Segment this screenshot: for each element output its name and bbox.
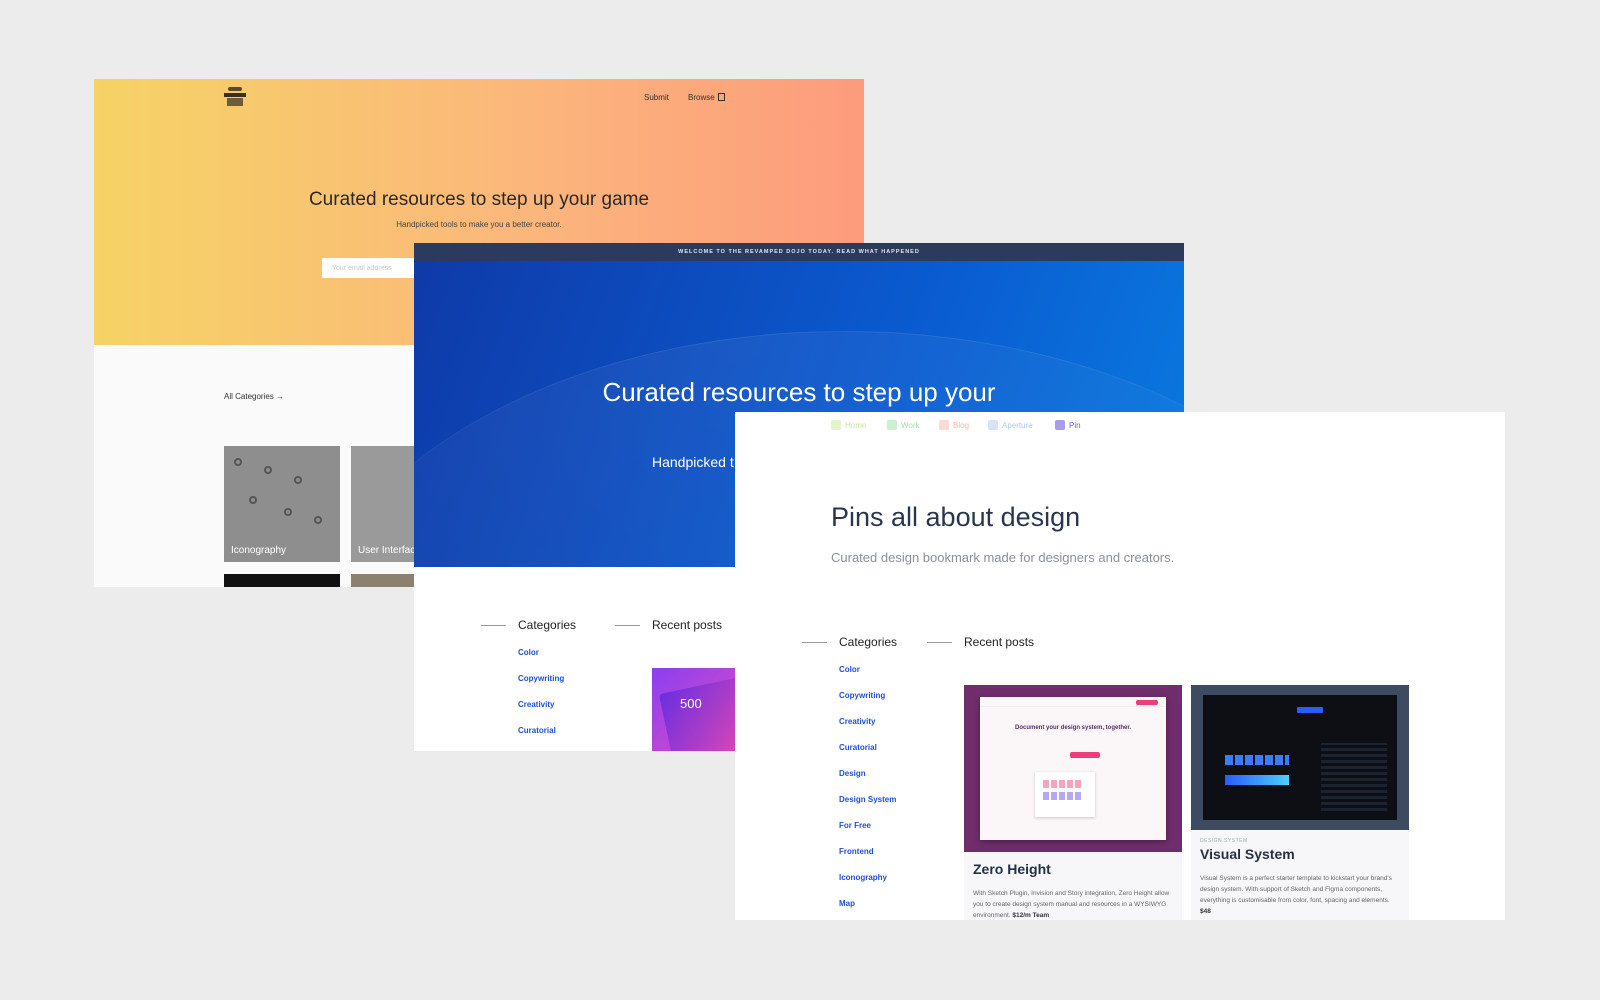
icon-pattern <box>264 466 272 474</box>
icon-pattern <box>234 458 242 466</box>
hero-subtitle: Handpicked t <box>652 454 734 470</box>
icon-pattern <box>249 496 257 504</box>
post-price: $12/m Team <box>1012 912 1050 919</box>
nav-label: Pin <box>1069 421 1081 430</box>
post-price: $48 <box>1200 908 1211 915</box>
category-link-curatorial[interactable]: Curatorial <box>518 726 556 735</box>
category-link-design[interactable]: Design <box>839 769 866 778</box>
tile-label: Iconography <box>231 545 287 556</box>
category-link-creativity[interactable]: Creativity <box>839 717 875 726</box>
category-link-map[interactable]: Map <box>839 899 855 908</box>
browse-link[interactable]: Browse <box>688 93 725 102</box>
divider <box>481 625 506 627</box>
icon-pattern <box>294 476 302 484</box>
recent-post-thumbnail[interactable]: 500 <box>652 668 736 751</box>
all-categories-link[interactable]: All Categories → <box>224 392 284 401</box>
category-link-iconography[interactable]: Iconography <box>839 873 887 882</box>
preview-illustration <box>1035 772 1095 817</box>
swatches <box>1225 755 1289 765</box>
category-tile[interactable] <box>224 574 340 587</box>
preview-button <box>1070 752 1100 758</box>
work-icon <box>887 420 897 430</box>
recent-posts-heading: Recent posts <box>927 635 1034 649</box>
post-thumbnail: Document your design system, together. <box>964 685 1182 852</box>
categories-heading-label: Categories <box>518 618 577 632</box>
icon-pattern <box>284 508 292 516</box>
pin-icon <box>1055 420 1065 430</box>
hero-title: Curated resources to step up your game <box>308 189 650 210</box>
category-tile-iconography[interactable]: Iconography <box>224 446 340 562</box>
icon-pattern <box>314 516 322 524</box>
divider <box>927 642 952 644</box>
categories-heading-label: Categories <box>839 635 898 649</box>
nav-home[interactable]: Home <box>831 420 866 430</box>
recent-posts-heading-label: Recent posts <box>964 635 1035 649</box>
book-icon <box>717 93 725 101</box>
recent-posts-heading-label: Recent posts <box>652 618 723 632</box>
aperture-icon <box>988 420 998 430</box>
divider <box>802 642 827 644</box>
swatches <box>1043 780 1083 788</box>
category-link-frontend[interactable]: Frontend <box>839 847 874 856</box>
divider <box>615 625 640 627</box>
website-preview <box>1203 695 1397 820</box>
page-title: Pins all about design <box>831 502 1081 532</box>
post-title: Visual System <box>1200 846 1295 862</box>
post-artwork <box>658 671 736 751</box>
recent-posts-heading: Recent posts <box>615 618 722 632</box>
nav-pin[interactable]: Pin <box>1055 420 1081 430</box>
post-title: Zero Height <box>973 861 1051 877</box>
category-link-copywriting[interactable]: Copywriting <box>518 674 564 683</box>
post-thumbnail <box>1191 685 1409 830</box>
website-preview: Document your design system, together. <box>980 697 1166 840</box>
swatches <box>1043 792 1083 800</box>
gradient-bar <box>1225 775 1289 785</box>
post-description-text: With Sketch Plugin, Invision and Story i… <box>973 890 1170 919</box>
preview-heading: Document your design system, together. <box>1014 725 1132 731</box>
nav-label: Work <box>901 421 920 430</box>
submit-link[interactable]: Submit <box>644 93 669 102</box>
nav-work[interactable]: Work <box>887 420 920 430</box>
post-description: With Sketch Plugin, Invision and Story i… <box>973 888 1173 920</box>
pins-site-screenshot: Home Work Blog Aperture Pin Pins all abo… <box>735 412 1505 920</box>
categories-heading: Categories <box>481 618 576 632</box>
blog-icon <box>939 420 949 430</box>
tile-label: User Interface <box>358 545 421 556</box>
categories-heading: Categories <box>802 635 897 649</box>
preview-cta <box>1297 707 1323 713</box>
post-card-visual-system[interactable]: DESIGN SYSTEM Visual System Visual Syste… <box>1191 685 1409 920</box>
category-link-curatorial[interactable]: Curatorial <box>839 743 877 752</box>
category-link-copywriting[interactable]: Copywriting <box>839 691 885 700</box>
nav-label: Blog <box>953 421 970 430</box>
page-subtitle: Curated design bookmark made for designe… <box>831 550 1175 565</box>
category-link-color[interactable]: Color <box>839 665 860 674</box>
category-link-color[interactable]: Color <box>518 648 539 657</box>
logo[interactable] <box>224 87 246 107</box>
browse-label: Browse <box>688 93 715 102</box>
post-tag: DESIGN SYSTEM <box>1200 838 1248 844</box>
post-number: 500 <box>680 696 702 711</box>
announcement-banner[interactable]: WELCOME TO THE REVAMPED DOJO TODAY. READ… <box>414 243 1184 261</box>
nav-label: Home <box>845 421 867 430</box>
category-link-creativity[interactable]: Creativity <box>518 700 554 709</box>
category-link-design-system[interactable]: Design System <box>839 795 896 804</box>
post-description: Visual System is a perfect starter templ… <box>1200 873 1400 917</box>
hero-subtitle: Handpicked tools to make you a better cr… <box>396 220 562 229</box>
nav-blog[interactable]: Blog <box>939 420 969 430</box>
preview-table <box>1321 743 1387 811</box>
post-card-zero-height[interactable]: Document your design system, together. Z… <box>964 685 1182 920</box>
nav-aperture[interactable]: Aperture <box>988 420 1033 430</box>
post-description-text: Visual System is a perfect starter templ… <box>1200 875 1392 904</box>
preview-cta <box>1136 700 1158 705</box>
nav-label: Aperture <box>1002 421 1033 430</box>
home-icon <box>831 420 841 430</box>
category-link-for-free[interactable]: For Free <box>839 821 871 830</box>
